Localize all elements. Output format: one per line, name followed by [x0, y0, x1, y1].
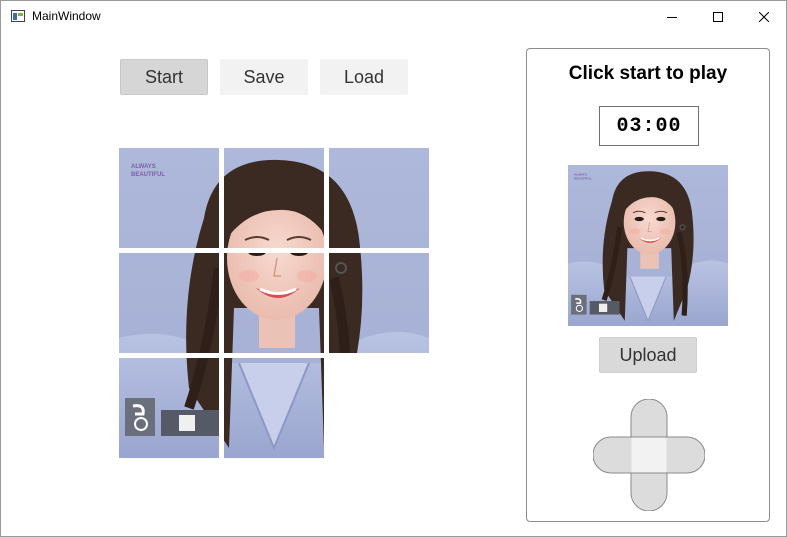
- main-window: MainWindow Start Save Load Click start t…: [0, 0, 787, 537]
- minimize-button[interactable]: [649, 1, 695, 32]
- dpad-down-button[interactable]: [631, 473, 667, 511]
- start-button[interactable]: Start: [120, 59, 208, 95]
- load-button[interactable]: Load: [320, 59, 408, 95]
- status-text: Click start to play: [568, 63, 728, 84]
- title-bar: MainWindow: [1, 1, 786, 32]
- maximize-button[interactable]: [695, 1, 741, 32]
- puzzle-board: [119, 148, 429, 458]
- puzzle-tile[interactable]: [329, 148, 429, 248]
- app-icon: [11, 10, 25, 22]
- side-panel: Click start to play 03:00 Upload: [526, 48, 770, 522]
- puzzle-tile[interactable]: [119, 358, 219, 458]
- close-icon: [759, 11, 769, 22]
- puzzle-empty-cell[interactable]: [329, 358, 429, 458]
- upload-button[interactable]: Upload: [599, 337, 697, 373]
- maximize-icon: [713, 11, 723, 22]
- puzzle-tile[interactable]: [119, 148, 219, 248]
- puzzle-tile[interactable]: [329, 253, 429, 353]
- close-button[interactable]: [741, 1, 787, 32]
- puzzle-tile[interactable]: [224, 148, 324, 248]
- dpad-right-button[interactable]: [667, 437, 705, 473]
- minimize-icon: [667, 16, 677, 18]
- preview-image: [568, 165, 728, 326]
- window-title: MainWindow: [32, 9, 101, 23]
- direction-pad: [593, 399, 705, 511]
- save-button[interactable]: Save: [220, 59, 308, 95]
- puzzle-tile[interactable]: [119, 253, 219, 353]
- countdown-timer: 03:00: [599, 106, 699, 146]
- puzzle-tile[interactable]: [224, 253, 324, 353]
- puzzle-tile[interactable]: [224, 358, 324, 458]
- dpad-left-button[interactable]: [593, 437, 631, 473]
- dpad-up-button[interactable]: [631, 399, 667, 437]
